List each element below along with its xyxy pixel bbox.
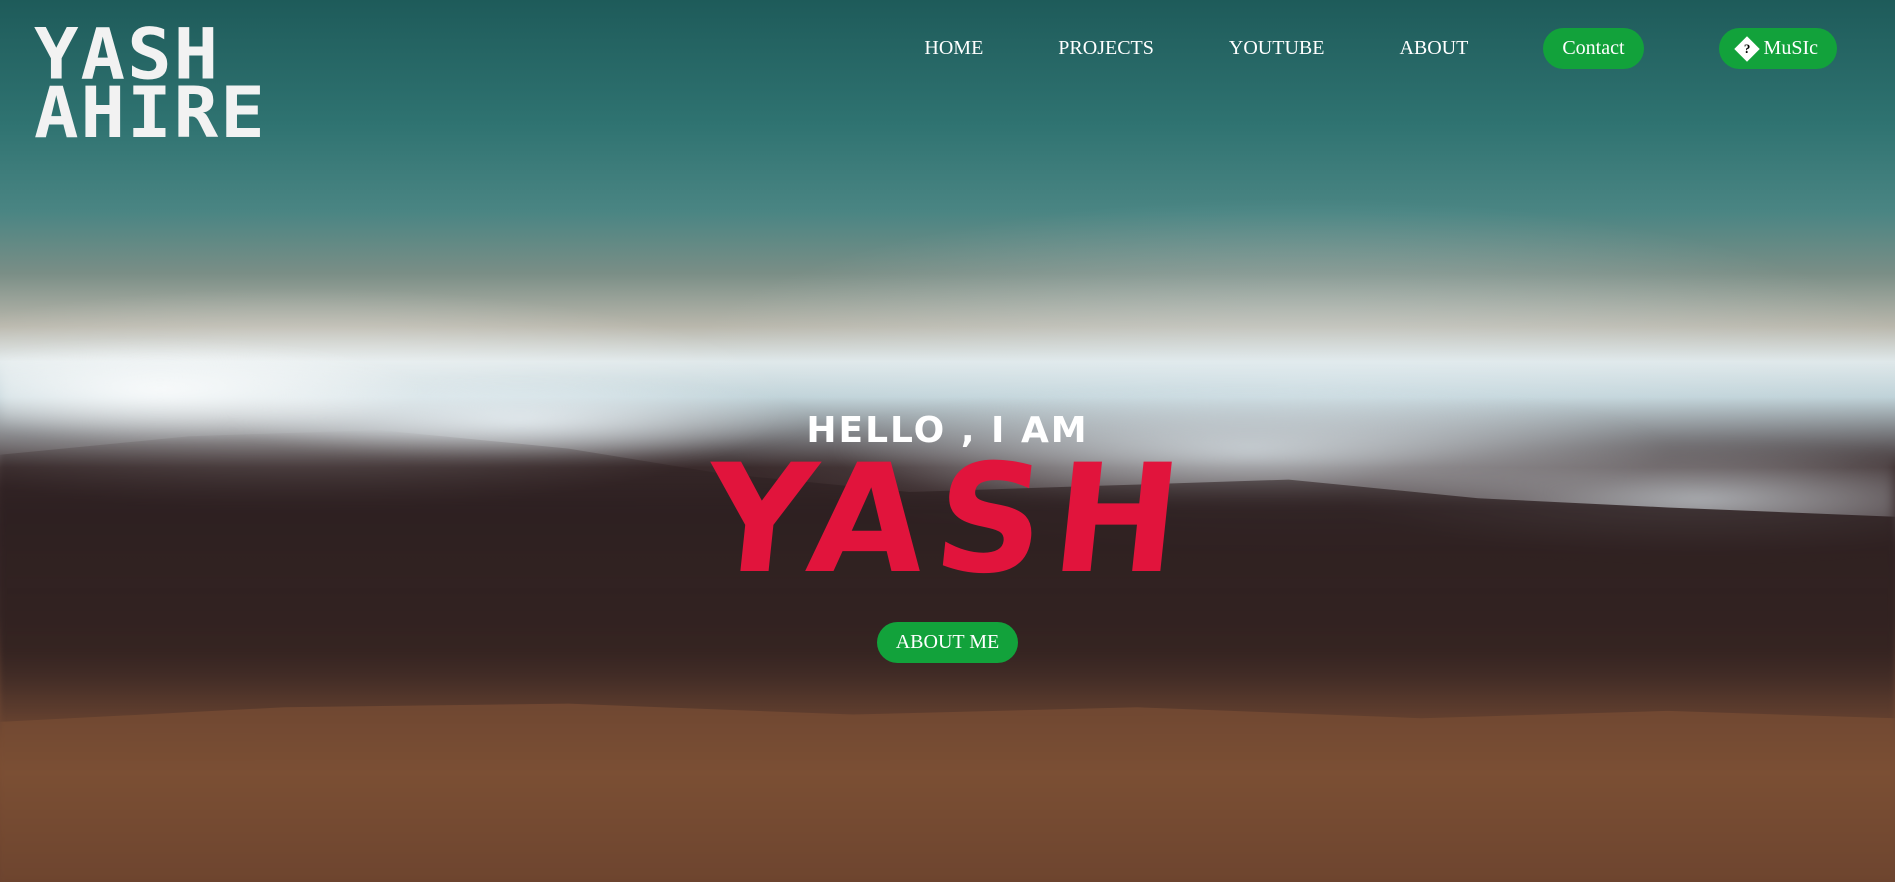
nav-youtube[interactable]: YOUTUBE bbox=[1229, 37, 1325, 60]
music-icon: ? bbox=[1733, 35, 1760, 62]
nav-home[interactable]: HOME bbox=[924, 37, 983, 60]
contact-button[interactable]: Contact bbox=[1543, 28, 1644, 69]
about-me-button[interactable]: ABOUT ME bbox=[876, 622, 1019, 663]
music-button[interactable]: ? MuSIc bbox=[1718, 28, 1837, 69]
music-icon-glyph: ? bbox=[1743, 40, 1750, 56]
main-nav: HOME PROJECTS YOUTUBE ABOUT Contact ? Mu… bbox=[924, 28, 1837, 69]
about-button-container: ABOUT ME bbox=[0, 622, 1895, 663]
hero-section: YASH AHIRE HOME PROJECTS YOUTUBE ABOUT C… bbox=[0, 0, 1895, 882]
hero-name: YASH bbox=[696, 433, 1199, 607]
logo-line-2: AHIRE bbox=[34, 72, 267, 155]
nav-projects[interactable]: PROJECTS bbox=[1058, 37, 1154, 60]
music-button-label: MuSIc bbox=[1763, 37, 1818, 59]
background-wet-sand bbox=[0, 703, 1895, 882]
site-logo[interactable]: YASH AHIRE bbox=[34, 19, 267, 155]
nav-about[interactable]: ABOUT bbox=[1399, 37, 1468, 60]
